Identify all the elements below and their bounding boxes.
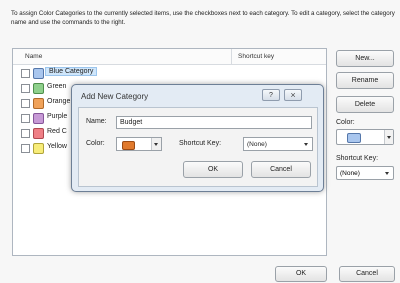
shortcut-key-value: (None) — [247, 141, 267, 148]
ok-button[interactable]: OK — [275, 266, 327, 282]
add-new-category-dialog: Add New Category ? ⨯ Name: Budget Color:… — [71, 84, 324, 192]
category-checkbox[interactable] — [21, 84, 30, 93]
category-checkbox[interactable] — [21, 144, 30, 153]
close-icon[interactable]: ⨯ — [284, 89, 302, 101]
color-swatch-icon — [33, 128, 44, 139]
name-input[interactable]: Budget — [116, 116, 312, 129]
chevron-down-icon[interactable] — [151, 138, 161, 150]
color-picker[interactable] — [116, 137, 162, 151]
category-label: Orange — [47, 98, 71, 105]
cancel-button[interactable]: Cancel — [339, 266, 395, 282]
list-header: Name Shortcut key — [13, 49, 326, 65]
category-label: Yellow — [47, 143, 67, 150]
chevron-down-icon — [304, 143, 308, 146]
color-swatch-icon — [33, 113, 44, 124]
instructions-text: To assign Color Categories to the curren… — [11, 10, 395, 26]
dialog-title: Add New Category — [81, 92, 149, 101]
dialog-body: Name: Budget Color: Shortcut Key: (None)… — [78, 107, 318, 187]
side-shortcut-label: Shortcut Key: — [336, 155, 379, 162]
dialog-ok-button[interactable]: OK — [183, 161, 243, 178]
category-checkbox[interactable] — [21, 69, 30, 78]
column-separator — [231, 49, 232, 64]
category-checkbox[interactable] — [21, 114, 30, 123]
color-swatch-icon — [122, 141, 135, 150]
category-label: Green — [47, 83, 67, 90]
rename-button[interactable]: Rename — [336, 72, 394, 89]
column-shortcut-key: Shortcut key — [238, 53, 275, 60]
color-swatch-icon — [347, 133, 361, 143]
category-checkbox[interactable] — [21, 129, 30, 138]
color-categories-window: To assign Color Categories to the curren… — [0, 0, 400, 283]
side-shortcut-value: (None) — [340, 170, 360, 177]
column-name: Name — [25, 53, 43, 60]
chevron-down-icon — [385, 172, 389, 175]
chevron-down-icon[interactable] — [384, 130, 393, 144]
color-swatch-icon — [33, 68, 44, 79]
side-color-label: Color: — [336, 119, 355, 126]
dialog-cancel-button[interactable]: Cancel — [251, 161, 311, 178]
shortcut-key-select[interactable]: (None) — [243, 137, 313, 151]
new-button[interactable]: New... — [336, 50, 394, 67]
color-swatch-icon — [33, 98, 44, 109]
category-label: Blue Category — [45, 67, 98, 76]
delete-button[interactable]: Delete — [336, 96, 394, 113]
color-label: Color: — [86, 140, 105, 147]
category-label: Purple — [47, 113, 68, 120]
category-checkbox[interactable] — [21, 99, 30, 108]
category-label: Red C — [47, 128, 67, 135]
side-shortcut-select[interactable]: (None) — [336, 166, 394, 180]
help-icon[interactable]: ? — [262, 89, 280, 101]
color-swatch-icon — [33, 143, 44, 154]
name-label: Name: — [86, 118, 107, 125]
side-color-picker[interactable] — [336, 129, 394, 145]
color-swatch-icon — [33, 83, 44, 94]
category-row[interactable]: Blue Category — [13, 67, 326, 81]
shortcut-key-label: Shortcut Key: — [179, 140, 222, 147]
